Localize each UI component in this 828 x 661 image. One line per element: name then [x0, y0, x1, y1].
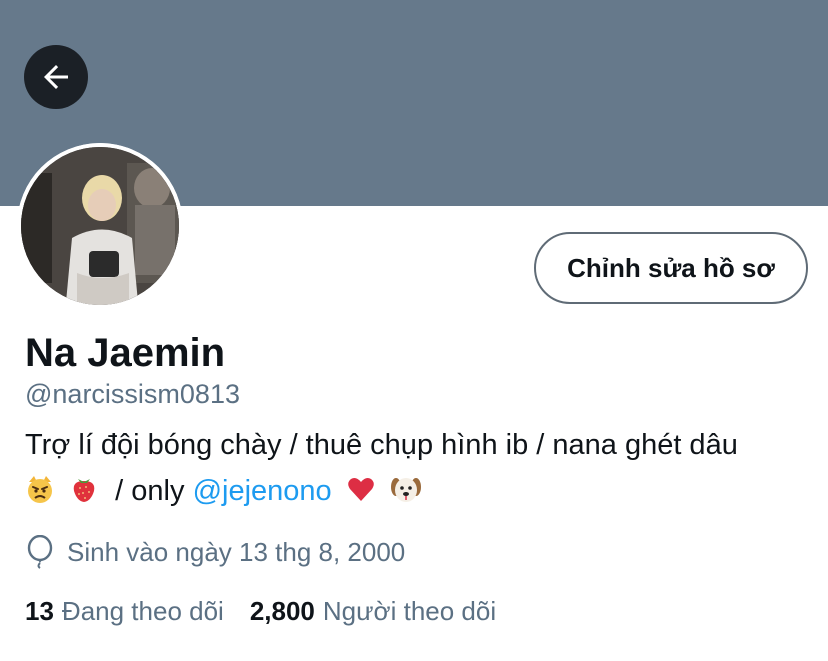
dog-face-emoji — [390, 472, 422, 518]
bio-line-2: / only @jejenono — [25, 468, 815, 518]
following-count: 13 — [25, 596, 54, 626]
following-link[interactable]: 13 Đang theo dõi — [25, 594, 224, 628]
display-name: Na Jaemin — [25, 331, 226, 375]
birthday-text: Sinh vào ngày 13 thg 8, 2000 — [67, 537, 406, 567]
following-label: Đang theo dõi — [61, 596, 224, 626]
arrow-left-icon — [44, 65, 68, 89]
bio-only-text: / only — [107, 475, 193, 507]
red-heart-emoji — [346, 472, 376, 518]
back-button[interactable] — [24, 45, 88, 109]
followers-link[interactable]: 2,800 Người theo dõi — [250, 594, 496, 628]
edit-profile-button[interactable]: Chỉnh sửa hồ sơ — [534, 232, 808, 304]
mention-link[interactable]: @jejenono — [193, 475, 332, 507]
strawberry-emoji — [69, 472, 99, 518]
follow-stats: 13 Đang theo dõi 2,800 Người theo dõi — [25, 594, 496, 628]
birthday-row: Sinh vào ngày 13 thg 8, 2000 — [25, 535, 405, 569]
profile-bio: Trợ lí đội bóng chày / thuê chụp hình ib… — [25, 422, 815, 518]
username-handle: @narcissism0813 — [25, 379, 240, 409]
angry-cat-emoji — [25, 472, 55, 518]
bio-line-1: Trợ lí đội bóng chày / thuê chụp hình ib… — [25, 429, 738, 461]
profile-avatar[interactable] — [17, 143, 183, 309]
followers-label: Người theo dõi — [322, 596, 497, 626]
balloon-icon — [25, 535, 55, 569]
followers-count: 2,800 — [249, 596, 315, 626]
